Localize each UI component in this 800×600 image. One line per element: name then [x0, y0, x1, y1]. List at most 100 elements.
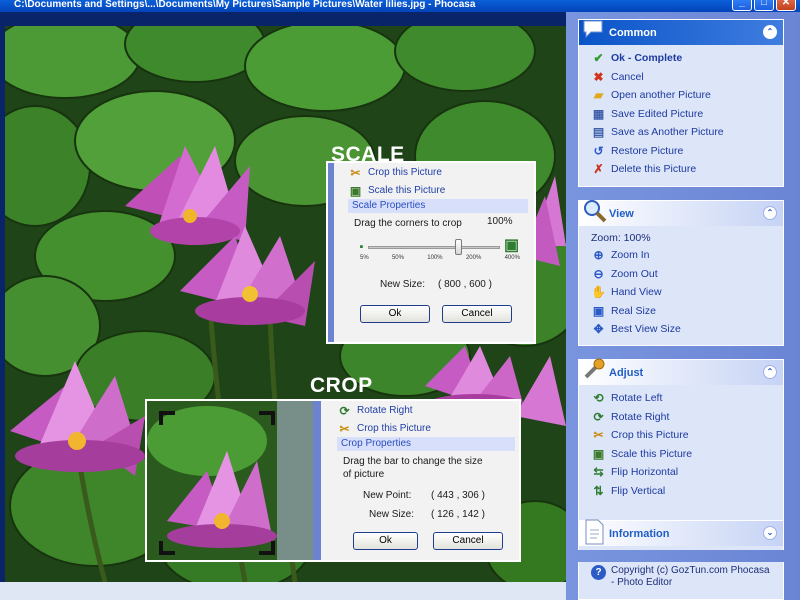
slider-track — [368, 246, 500, 249]
sidebar-item-zoom-out[interactable]: ⊖ Zoom Out — [591, 265, 783, 284]
sidebar-item-crop[interactable]: ✂ Crop this Picture — [591, 426, 783, 445]
collapse-chevron-icon[interactable]: ⌃ — [763, 206, 777, 220]
check-icon: ✔ — [593, 51, 604, 66]
wrench-icon — [582, 357, 608, 386]
copyright-line1: Copyright (c) GozTun.com Phocasa — [611, 565, 770, 576]
slider-ticks: 5% 50% 100% 200% 400% — [360, 255, 520, 261]
crop-dialog: ⟳ Rotate Right ✂ Crop this Picture Crop … — [313, 399, 521, 562]
real-size-icon: ▣ — [592, 303, 605, 318]
scale-cancel-button[interactable]: Cancel — [442, 305, 512, 323]
photo-canvas[interactable]: SCALE CROP ✂ Crop this Picture ▣ Scale t… — [5, 26, 566, 582]
speech-bubble-icon — [582, 17, 604, 42]
sidebar-item-zoom-in[interactable]: ⊕ Zoom In — [591, 246, 783, 265]
crop-new-size-label: New Size: — [369, 509, 415, 520]
sidebar-item-best-view[interactable]: ✥ Best View Size — [591, 320, 783, 339]
title-bar: C:\Documents and Settings\...\Documents\… — [0, 0, 800, 12]
x-icon: ✖ — [593, 69, 604, 84]
magnifier-icon — [582, 198, 608, 227]
crop-dialog-crop-link[interactable]: ✂ Crop this Picture — [337, 421, 430, 436]
crop-preview-image — [147, 401, 313, 560]
scale-properties-header: Scale Properties — [348, 199, 528, 213]
adjust-panel-header[interactable]: Adjust ⌃ — [579, 357, 783, 386]
rotate-right-icon: ⟳ — [593, 409, 604, 424]
crop-preview[interactable] — [145, 399, 315, 562]
sidebar-item-flip-vertical[interactable]: ⇅ Flip Vertical — [591, 482, 783, 501]
rotate-left-icon: ⟲ — [593, 391, 604, 406]
sidebar-item-flip-horizontal[interactable]: ⇆ Flip Horizontal — [591, 463, 783, 482]
scale-dialog-crop-link[interactable]: ✂ Crop this Picture — [348, 165, 441, 180]
crop-hint-line1: Drag the bar to change the size — [343, 456, 483, 467]
common-panel: Common ⌃ ✔ Ok - Complete ✖ Cancel ▰ Open an… — [578, 19, 784, 187]
help-icon: ? — [591, 565, 606, 580]
view-panel: View ⌃ Zoom: 100% ⊕ Zoom In ⊖ Zoom Out ✋ Ha… — [578, 200, 784, 346]
information-panel-header-wrap: Information ⌄ — [578, 518, 784, 550]
common-panel-header[interactable]: Common ⌃ — [579, 20, 783, 45]
sidebar-item-open-another[interactable]: ▰ Open another Picture — [591, 86, 783, 105]
crop-dialog-rotate-link[interactable]: ⟳ Rotate Right — [337, 403, 412, 418]
maximize-button[interactable]: □ — [754, 0, 774, 11]
crop-icon: ✂ — [350, 165, 361, 180]
window-title: C:\Documents and Settings\...\Documents\… — [14, 0, 476, 10]
slider-thumb[interactable] — [455, 239, 463, 255]
crop-ok-button[interactable]: Ok — [353, 532, 418, 550]
crop-cancel-button[interactable]: Cancel — [433, 532, 503, 550]
task-sidebar: Common ⌃ ✔ Ok - Complete ✖ Cancel ▰ Open an… — [566, 12, 800, 600]
zoom-out-icon: ⊖ — [593, 266, 604, 281]
sidebar-item-hand-view[interactable]: ✋ Hand View — [591, 283, 783, 302]
flip-horizontal-icon: ⇆ — [593, 465, 604, 480]
restore-icon: ↺ — [593, 143, 604, 158]
information-panel: ? Copyright (c) GozTun.com Phocasa - Pho… — [578, 562, 784, 600]
crop-hint-line2: of picture — [343, 469, 385, 480]
information-panel-header[interactable]: Information ⌄ — [579, 518, 783, 549]
sidebar-item-ok-complete[interactable]: ✔ Ok - Complete — [591, 49, 783, 68]
scale-new-size-value: ( 800 , 600 ) — [438, 279, 492, 290]
view-panel-header[interactable]: View ⌃ — [579, 198, 783, 227]
document-icon — [582, 518, 606, 549]
small-picture-icon: ▪ — [359, 240, 364, 253]
scale-dialog: ✂ Crop this Picture ▣ Scale this Picture… — [326, 161, 536, 344]
save-as-icon: ▤ — [592, 125, 605, 140]
scale-icon: ▣ — [349, 183, 362, 198]
scale-hint: Drag the corners to crop — [354, 218, 462, 229]
folder-open-icon: ▰ — [593, 88, 604, 103]
sidebar-item-rotate-left[interactable]: ⟲ Rotate Left — [591, 389, 783, 408]
crop-new-size-value: ( 126 , 142 ) — [431, 509, 485, 520]
sidebar-item-delete[interactable]: ✗ Delete this Picture — [591, 160, 783, 179]
scale-slider[interactable]: ▪ ▣ 5% 50% 100% 200% 400% — [354, 236, 520, 263]
adjust-panel: Adjust ⌃ ⟲ Rotate Left ⟳ Rotate Right ✂ Cro… — [578, 357, 784, 521]
sidebar-item-restore[interactable]: ↺ Restore Picture — [591, 142, 783, 161]
expand-chevron-icon[interactable]: ⌄ — [763, 526, 777, 540]
copyright-line2: - Photo Editor — [611, 577, 673, 588]
scale-icon: ▣ — [592, 446, 605, 461]
scale-dialog-scale-link[interactable]: ▣ Scale this Picture — [348, 183, 445, 198]
delete-icon: ✗ — [593, 162, 604, 177]
sidebar-item-scale[interactable]: ▣ Scale this Picture — [591, 445, 783, 464]
sidebar-item-rotate-right[interactable]: ⟳ Rotate Right — [591, 408, 783, 427]
crop-properties-header: Crop Properties — [337, 437, 515, 451]
scale-percent: 100% — [487, 216, 513, 227]
zoom-in-icon: ⊕ — [593, 248, 604, 263]
crop-new-point-label: New Point: — [363, 490, 412, 501]
sidebar-item-save-edited[interactable]: ▦ Save Edited Picture — [591, 105, 783, 124]
best-fit-icon: ✥ — [593, 322, 604, 337]
collapse-chevron-icon[interactable]: ⌃ — [763, 25, 777, 39]
copyright-row: ? Copyright (c) GozTun.com Phocasa - Pho… — [579, 562, 783, 589]
minimize-button[interactable]: _ — [732, 0, 752, 11]
sidebar-item-real-size[interactable]: ▣ Real Size — [591, 302, 783, 321]
crop-icon: ✂ — [593, 428, 604, 443]
collapse-chevron-icon[interactable]: ⌃ — [763, 365, 777, 379]
save-icon: ▦ — [592, 106, 605, 121]
crop-new-point-value: ( 443 , 306 ) — [431, 490, 485, 501]
close-button[interactable]: ✕ — [776, 0, 796, 11]
scale-ok-button[interactable]: Ok — [360, 305, 430, 323]
flip-vertical-icon: ⇅ — [593, 483, 604, 498]
hand-icon: ✋ — [591, 285, 606, 300]
rotate-right-icon: ⟳ — [339, 403, 350, 418]
scale-new-size-label: New Size: — [380, 279, 426, 290]
large-picture-icon: ▣ — [503, 236, 520, 254]
sidebar-item-cancel[interactable]: ✖ Cancel — [591, 68, 783, 87]
sidebar-item-save-as[interactable]: ▤ Save as Another Picture — [591, 123, 783, 142]
crop-icon: ✂ — [339, 421, 350, 436]
crop-overlay-label: CROP — [310, 374, 373, 397]
status-strip — [0, 582, 570, 600]
